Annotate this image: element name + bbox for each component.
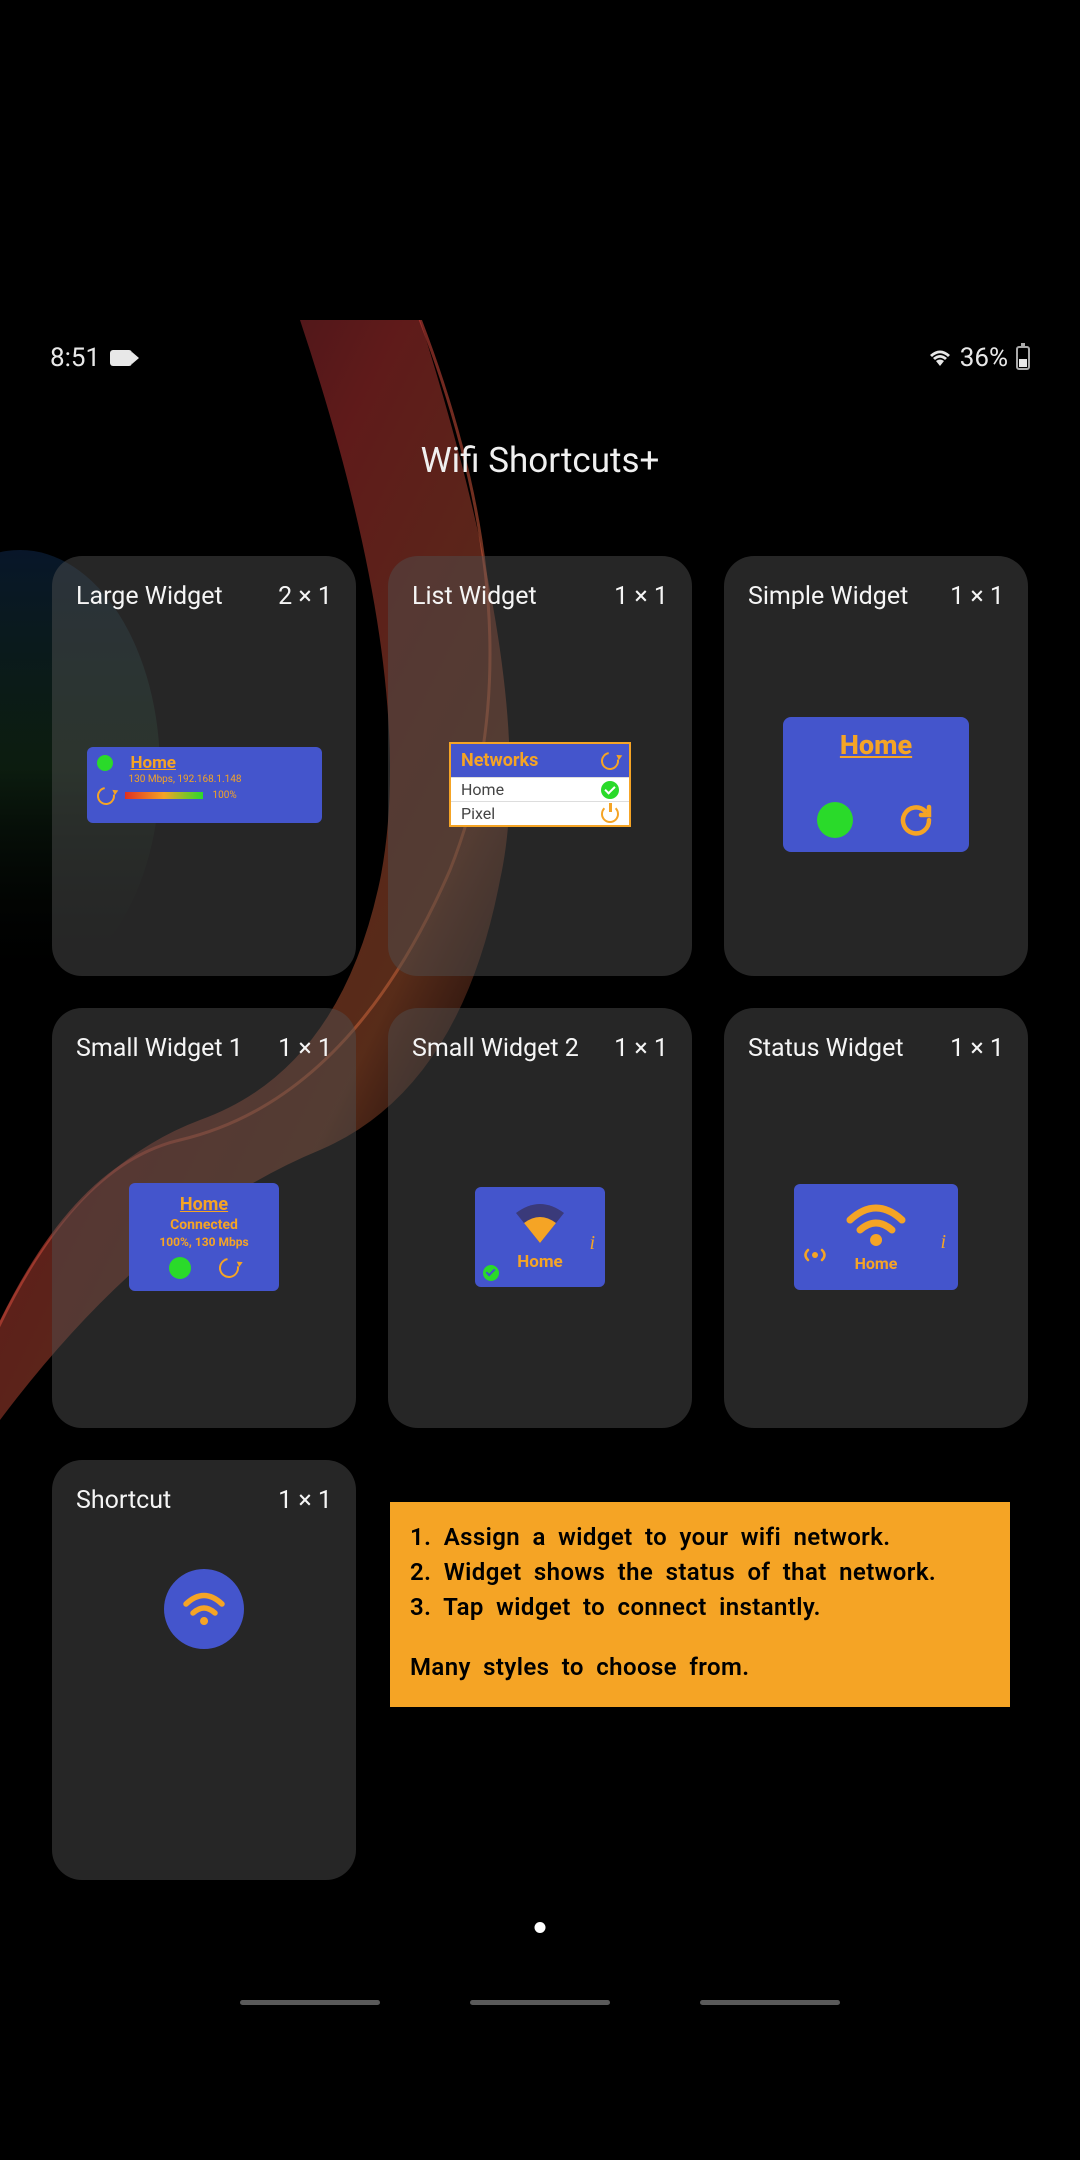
refresh-icon — [93, 783, 118, 808]
info-footer: Many styles to choose from. — [410, 1650, 990, 1685]
check-icon — [483, 1265, 499, 1281]
refresh-icon — [597, 748, 622, 773]
simple-widget-preview: Home — [783, 717, 969, 852]
wifi-icon — [928, 349, 952, 367]
nav-back[interactable] — [700, 2000, 840, 2005]
small-widget-1-preview: Home Connected 100%, 130 Mbps — [129, 1183, 279, 1291]
battery-percent: 36% — [960, 343, 1008, 373]
navigation-bar — [0, 2000, 1080, 2005]
power-icon — [601, 805, 619, 823]
widget-card-small1[interactable]: Small Widget 1 1 × 1 Home Connected 100%… — [52, 1008, 356, 1428]
wifi-icon — [510, 1201, 570, 1246]
info-icon: i — [940, 1231, 946, 1254]
widget-name: Shortcut — [76, 1486, 171, 1515]
camera-icon — [110, 350, 132, 366]
widget-card-shortcut[interactable]: Shortcut 1 × 1 — [52, 1460, 356, 1880]
widget-size: 1 × 1 — [278, 1034, 332, 1063]
network-name: Home — [130, 753, 176, 773]
small-widget-2-preview: Home i — [475, 1187, 605, 1287]
page-title: Wifi Shortcuts+ — [0, 440, 1080, 481]
battery-icon — [1016, 346, 1030, 370]
widget-name: Simple Widget — [748, 582, 908, 611]
widget-card-simple[interactable]: Simple Widget 1 × 1 Home — [724, 556, 1028, 976]
widget-size: 1 × 1 — [614, 1034, 668, 1063]
status-dot-icon — [817, 802, 853, 838]
info-step: Tap widget to connect instantly. — [410, 1590, 990, 1625]
status-dot-icon — [169, 1257, 191, 1279]
info-step: Assign a widget to your wifi network. — [410, 1520, 990, 1555]
network-speed: 100%, 130 Mbps — [159, 1235, 248, 1249]
wifi-icon — [180, 1589, 228, 1629]
list-item: Pixel — [451, 801, 629, 825]
status-widget-preview: Home i — [794, 1184, 958, 1290]
network-name: Home — [840, 729, 912, 761]
widget-card-list[interactable]: List Widget 1 × 1 Networks Home Pixel — [388, 556, 692, 976]
widget-card-status[interactable]: Status Widget 1 × 1 Home i — [724, 1008, 1028, 1428]
check-icon — [601, 781, 619, 799]
signal-percent: 100% — [213, 790, 237, 801]
widget-name: Small Widget 2 — [412, 1034, 579, 1063]
widget-name: Small Widget 1 — [76, 1034, 243, 1063]
signal-bar — [125, 792, 203, 799]
network-details: 130 Mbps, 192.168.1.148 — [129, 774, 312, 785]
widget-size: 1 × 1 — [950, 1034, 1004, 1063]
list-header: Networks — [461, 750, 538, 771]
wifi-icon — [842, 1200, 910, 1248]
widget-size: 1 × 1 — [614, 582, 668, 611]
shortcut-preview — [164, 1569, 244, 1649]
network-name: Home — [855, 1254, 898, 1273]
info-icon: i — [589, 1232, 595, 1255]
widget-card-large[interactable]: Large Widget 2 × 1 Home 130 Mbps, 192.16… — [52, 556, 356, 976]
nav-home[interactable] — [470, 2000, 610, 2005]
info-step: Widget shows the status of that network. — [410, 1555, 990, 1590]
widget-size: 1 × 1 — [950, 582, 1004, 611]
widget-size: 1 × 1 — [278, 1486, 332, 1515]
network-name: Home — [517, 1252, 563, 1272]
status-time: 8:51 — [50, 343, 100, 373]
list-item: Home — [451, 777, 629, 801]
list-widget-preview: Networks Home Pixel — [449, 742, 631, 827]
info-overlay: Assign a widget to your wifi network. Wi… — [390, 1502, 1010, 1707]
large-widget-preview: Home 130 Mbps, 192.168.1.148 100% — [87, 747, 322, 823]
widget-name: List Widget — [412, 582, 537, 611]
network-status: Connected — [170, 1217, 238, 1233]
page-indicator-dot[interactable] — [535, 1922, 546, 1933]
refresh-icon — [896, 800, 936, 840]
network-name: Home — [180, 1194, 228, 1215]
widget-name: Large Widget — [76, 582, 223, 611]
nav-recents[interactable] — [240, 2000, 380, 2005]
widget-card-small2[interactable]: Small Widget 2 1 × 1 Home i — [388, 1008, 692, 1428]
antenna-icon — [804, 1244, 826, 1266]
widget-size: 2 × 1 — [278, 582, 332, 611]
refresh-icon — [215, 1254, 243, 1282]
status-dot-icon — [97, 755, 113, 771]
status-bar: 8:51 36% — [0, 338, 1080, 378]
widget-name: Status Widget — [748, 1034, 904, 1063]
